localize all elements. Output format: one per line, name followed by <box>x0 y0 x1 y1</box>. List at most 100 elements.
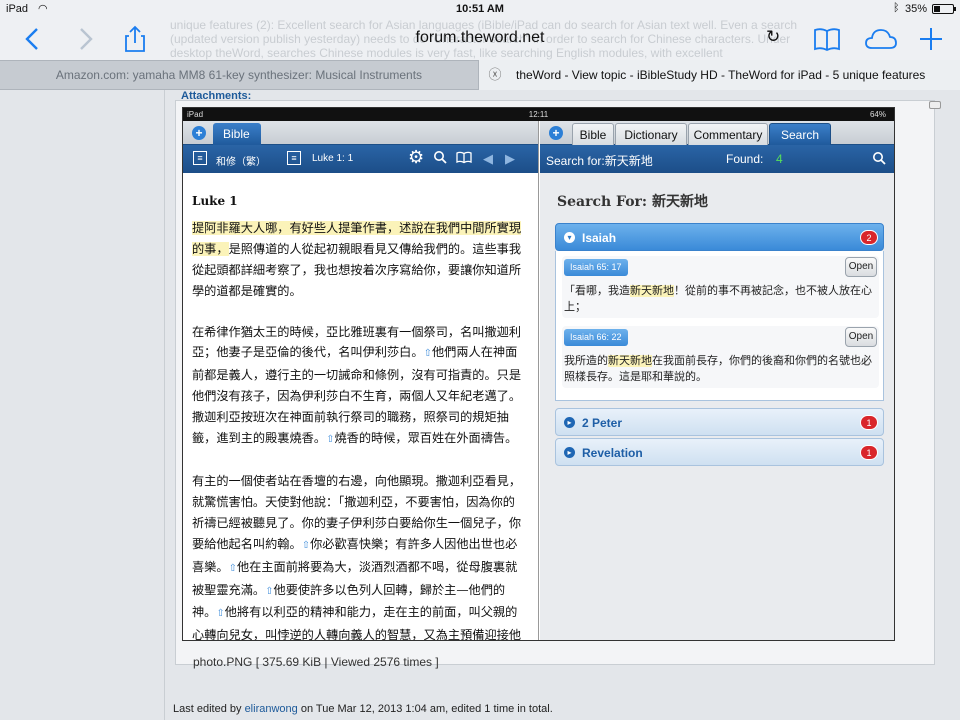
reload-icon[interactable]: ↻ <box>766 27 780 47</box>
tab-strip: Amazon.com: yamaha MM8 61-key synthesize… <box>0 60 960 91</box>
search-icon[interactable] <box>872 151 886 168</box>
count-badge: 1 <box>860 445 878 460</box>
result-group-revelation[interactable]: ▸ Revelation 1 <box>555 438 884 466</box>
url-text: forum.theword.net <box>415 29 545 46</box>
previous-chapter-icon[interactable]: ◀ <box>483 151 493 167</box>
bible-text: Luke 1 提阿非羅大人哪，有好些人提筆作書，述說在我們中間所實現的事，是照傳… <box>192 191 526 641</box>
shot-battery: 64% <box>869 110 886 119</box>
tab-commentary[interactable]: Commentary <box>688 123 768 145</box>
search-result: Isaiah 66: 22 Open 我所造的新天新地在我面前長存，你們的後裔和… <box>562 326 879 388</box>
battery-percent: 35% <box>905 3 928 15</box>
edit-user-link[interactable]: eliranwong <box>245 703 298 715</box>
result-text: 我所造的新天新地在我面前長存，你們的後裔和你們的名號也必照樣長存。這是耶和華說的… <box>564 353 877 385</box>
bluetooth-icon: ᛒ <box>893 2 900 14</box>
address-bar[interactable]: forum.theword.net ↻ <box>168 22 792 54</box>
cross-ref-arrow-icon[interactable]: ⇧ <box>302 540 310 551</box>
close-tab-icon[interactable]: ⓧ <box>487 60 503 90</box>
back-button[interactable] <box>18 24 48 54</box>
verse-text: 燒香的時候，眾百姓在外面禱告。 <box>334 431 518 446</box>
tab-search[interactable]: Search <box>769 123 831 145</box>
verse-reference[interactable]: Isaiah 65: 17 <box>564 259 628 276</box>
cross-ref-arrow-icon[interactable]: ⇧ <box>424 348 432 359</box>
cloud-icon <box>865 29 897 49</box>
share-button[interactable] <box>120 24 150 54</box>
minimize-icon[interactable] <box>929 101 941 109</box>
bookmarks-button[interactable] <box>812 24 842 54</box>
plus-icon <box>920 28 942 50</box>
clock: 10:51 AM <box>456 3 504 15</box>
tab-amazon[interactable]: Amazon.com: yamaha MM8 61-key synthesize… <box>0 61 478 90</box>
chevron-left-icon <box>25 28 38 50</box>
tab-dictionary[interactable]: Dictionary <box>615 123 687 145</box>
forward-button[interactable] <box>70 24 100 54</box>
gear-icon[interactable]: ⚙ <box>408 147 424 168</box>
result-text: 「看哪，我造新天新地！從前的事不再被記念，也不被人放在心上； <box>564 283 877 315</box>
attachment-image[interactable]: iPad 12:11 64% + Bible ≡ 和修（繁） ≡ Luke 1:… <box>182 107 895 641</box>
edit-prefix: Last edited by <box>173 703 245 715</box>
magnifier-icon <box>434 151 447 164</box>
book-icon <box>814 28 840 52</box>
shot-time: 12:11 <box>528 110 549 119</box>
bible-pane: + Bible ≡ 和修（繁） ≡ Luke 1: 1 ⚙ ◀ ▶ Luke 1… <box>183 121 539 641</box>
bible-tabbar: + Bible <box>183 121 538 145</box>
search-bar: Search for:新天新地 Found: 4 <box>540 145 894 173</box>
search-pane: + Bible Dictionary Commentary Search Sea… <box>540 121 894 640</box>
search-icon[interactable] <box>433 150 447 167</box>
expand-icon: ▸ <box>564 417 575 428</box>
version-icon[interactable]: ≡ <box>193 151 207 165</box>
reference-label[interactable]: Luke 1: 1 <box>312 153 353 164</box>
collapse-icon: ▾ <box>564 232 575 243</box>
verse-text: 他將有以利亞的精神和能力，走在主的前面，叫父親的心轉向兒女，叫悖逆的人轉向義人的… <box>192 605 522 641</box>
reference-icon[interactable]: ≡ <box>287 151 301 165</box>
bible-toolbar: ≡ 和修（繁） ≡ Luke 1: 1 ⚙ ◀ ▶ <box>183 145 538 173</box>
open-button[interactable]: Open <box>845 327 877 347</box>
chapter-heading: Luke 1 <box>192 194 238 208</box>
battery-icon <box>932 4 956 14</box>
group-name: 2 Peter <box>582 416 623 430</box>
file-info: photo.PNG [ 375.69 KiB | Viewed 2576 tim… <box>193 655 439 669</box>
found-count: 4 <box>776 152 783 166</box>
result-group-isaiah[interactable]: ▾ Isaiah 2 <box>555 223 884 251</box>
magnifier-icon <box>873 152 886 165</box>
add-tab-icon[interactable]: + <box>192 126 206 140</box>
chevron-right-icon <box>80 28 93 50</box>
match-highlight: 新天新地 <box>630 285 674 297</box>
cross-ref-arrow-icon[interactable]: ⇧ <box>265 586 273 597</box>
browser-toolbar: unique features (2): Excellent search fo… <box>0 18 960 60</box>
share-icon <box>125 25 145 52</box>
tab-theword[interactable]: ⓧ theWord - View topic - iBibleStudy HD … <box>478 60 960 91</box>
count-badge: 2 <box>860 230 878 245</box>
edit-suffix: on Tue Mar 12, 2013 1:04 am, edited 1 ti… <box>297 703 553 715</box>
tab-bible[interactable]: Bible <box>572 123 614 145</box>
shot-status-bar: iPad 12:11 64% <box>183 108 894 121</box>
result-text-before: 「看哪，我造 <box>564 285 630 297</box>
search-heading: Search For: 新天新地 <box>557 194 708 210</box>
open-button[interactable]: Open <box>845 257 877 277</box>
status-bar: iPad ◠ 10:51 AM ᛒ 35% <box>0 0 960 18</box>
search-result: Isaiah 65: 17 Open 「看哪，我造新天新地！從前的事不再被記念，… <box>562 256 879 318</box>
match-highlight: 新天新地 <box>608 355 652 367</box>
cross-ref-arrow-icon[interactable]: ⇧ <box>229 563 237 574</box>
verse-reference[interactable]: Isaiah 66: 22 <box>564 329 628 346</box>
result-text-before: 我所造的 <box>564 355 608 367</box>
add-tab-icon[interactable]: + <box>549 126 563 140</box>
verse-paragraph: 在希律作猶太王的時候，亞比雅班裏有一個祭司，名叫撒迦利亞；他妻子是亞倫的後代，名… <box>192 322 526 451</box>
open-book-icon[interactable] <box>456 150 472 167</box>
next-chapter-icon[interactable]: ▶ <box>505 151 515 167</box>
new-tab-button[interactable] <box>916 24 946 54</box>
group-name: Revelation <box>582 446 643 460</box>
count-badge: 1 <box>860 415 878 430</box>
battery-fill <box>934 6 940 12</box>
verse-text: 是照傳道的人從起初親眼看見又傳給我們的。這些事我從起頭都詳細考察了，我也想按着次… <box>192 241 522 298</box>
search-tabbar: + Bible Dictionary Commentary Search <box>540 121 894 145</box>
search-query[interactable]: Search for:新天新地 <box>546 152 653 169</box>
version-label[interactable]: 和修（繁） <box>216 153 266 168</box>
found-label: Found: <box>726 152 764 166</box>
book-icon <box>456 151 472 164</box>
group-name: Isaiah <box>582 231 617 245</box>
icloud-tabs-button[interactable] <box>864 24 897 54</box>
result-list: Isaiah 65: 17 Open 「看哪，我造新天新地！從前的事不再被記念，… <box>555 251 884 401</box>
result-group-2-peter[interactable]: ▸ 2 Peter 1 <box>555 408 884 436</box>
cross-ref-arrow-icon[interactable]: ⇧ <box>216 608 224 619</box>
tab-bible[interactable]: Bible <box>213 123 261 145</box>
